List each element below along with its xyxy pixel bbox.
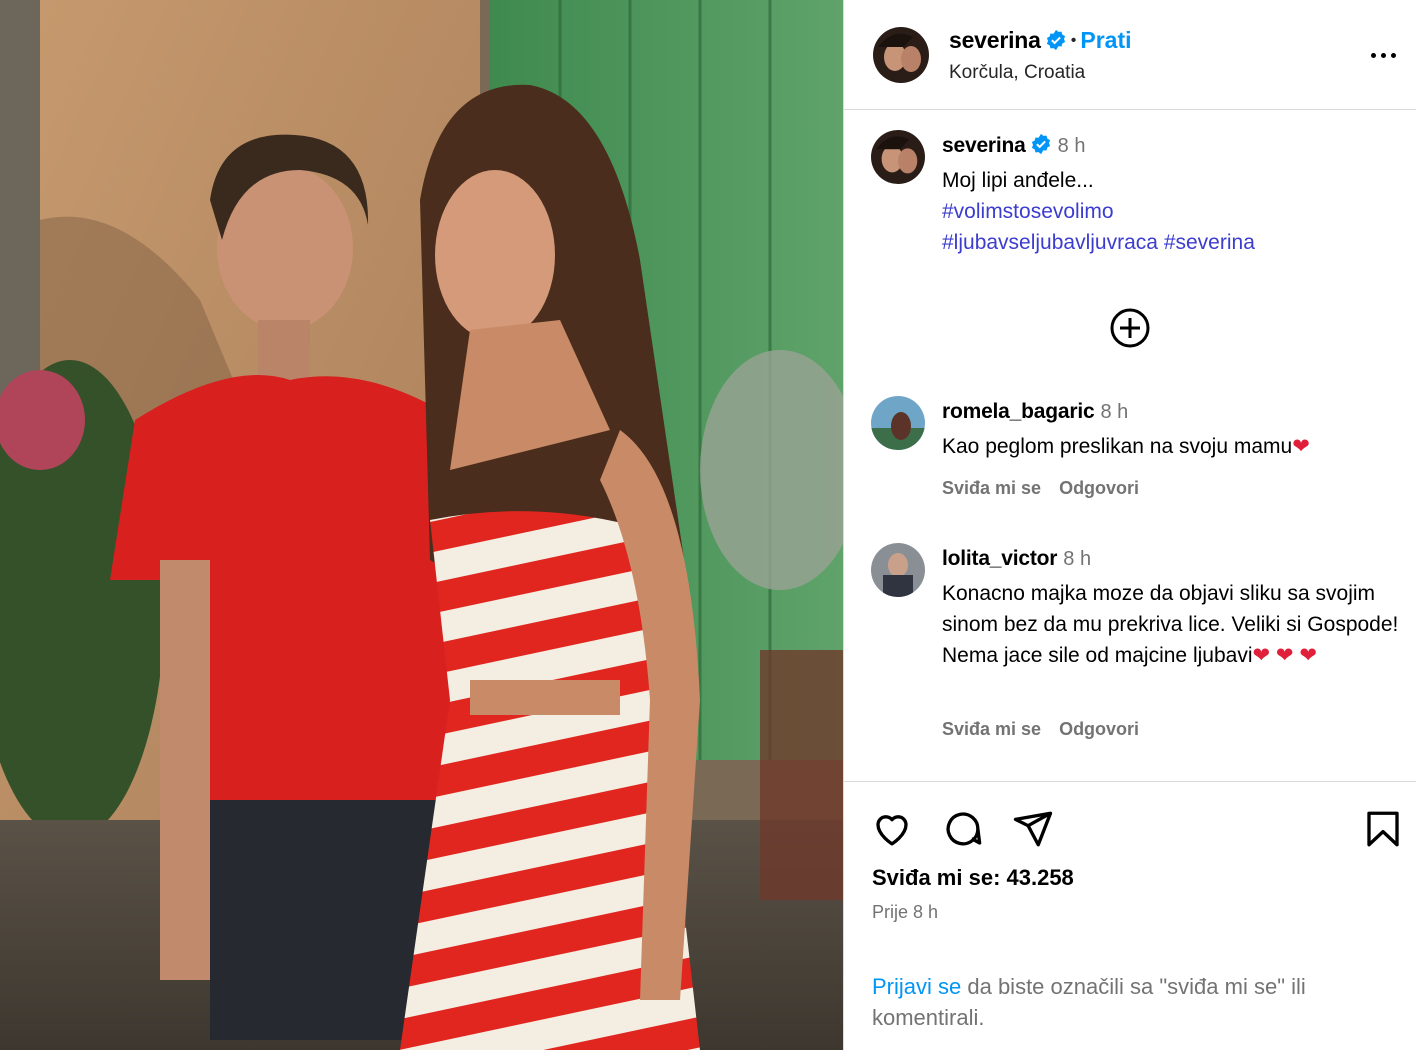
hashtag-link[interactable]: #ljubavseljubavljuvraca (942, 231, 1158, 254)
hashtag-link[interactable]: #volimstosevolimo (942, 200, 1114, 223)
comment-like-button[interactable]: Sviđa mi se (942, 478, 1041, 498)
caption-avatar[interactable] (871, 130, 925, 184)
comment-username[interactable]: lolita_victor (942, 547, 1057, 570)
comment-head: romela_bagaric 8 h (942, 400, 1128, 424)
bookmark-icon[interactable] (1362, 808, 1404, 850)
more-options-icon[interactable] (1368, 41, 1400, 69)
caption-username[interactable]: severina (942, 134, 1026, 157)
post-photo[interactable] (0, 0, 843, 1050)
post-location[interactable]: Korčula, Croatia (949, 62, 1085, 84)
comment-time: 8 h (1100, 401, 1129, 423)
comments-section: severina 8 h Moj lipi anđele... #volimsto… (844, 110, 1416, 782)
follow-button[interactable]: Prati (1080, 27, 1131, 53)
share-icon[interactable] (1012, 808, 1054, 850)
caption-time: 8 h (1057, 135, 1086, 157)
header-user-line: severina • Prati (949, 27, 1132, 54)
commenter-avatar[interactable] (871, 543, 925, 597)
verified-badge-icon (1031, 134, 1050, 155)
comment-time: 8 h (1063, 548, 1092, 570)
comment-head: lolita_victor 8 h (942, 547, 1091, 571)
author-avatar-image (873, 27, 929, 83)
author-username[interactable]: severina (949, 27, 1041, 53)
post-header: severina • Prati Korčula, Croatia (844, 0, 1416, 110)
comment-text: Kao peglom preslikan na svoju mamu❤ (942, 431, 1402, 462)
commenter-avatar[interactable] (871, 396, 925, 450)
heart-icon[interactable] (871, 808, 913, 850)
heart-emoji: ❤ (1292, 435, 1310, 458)
post-timestamp: Prije 8 h (872, 902, 939, 922)
commenter-avatar-image (871, 543, 925, 597)
separator-dot: • (1070, 32, 1077, 49)
caption-text-block: Moj lipi anđele... #volimstosevolimo #lj… (942, 165, 1402, 258)
verified-badge-icon (1046, 29, 1065, 51)
commenter-avatar-image (871, 396, 925, 450)
comment-actions: Sviđa mi se Odgovori (942, 719, 1157, 740)
comment-username[interactable]: romela_bagaric (942, 400, 1095, 423)
load-more-comments-icon[interactable] (1108, 306, 1152, 350)
post-photo-illustration (0, 0, 843, 1050)
comment-actions: Sviđa mi se Odgovori (942, 478, 1157, 499)
comment-reply-button[interactable]: Odgovori (1059, 719, 1139, 739)
comment-body: Konacno majka moze da objavi sliku sa sv… (942, 582, 1399, 667)
post-sidebar: severina • Prati Korčula, Croatia severina… (843, 0, 1416, 1050)
comment-body: Kao peglom preslikan na svoju mamu (942, 435, 1293, 458)
comment-icon[interactable] (942, 808, 984, 850)
hashtag-link[interactable]: #severina (1164, 231, 1255, 254)
likes-count[interactable]: Sviđa mi se: 43.258 (872, 865, 1074, 891)
author-avatar[interactable] (873, 27, 929, 83)
comment-like-button[interactable]: Sviđa mi se (942, 719, 1041, 739)
login-prompt: Prijavi se da biste označili sa "sviđa m… (872, 971, 1392, 1033)
comment-reply-button[interactable]: Odgovori (1059, 478, 1139, 498)
comment-text: Konacno majka moze da objavi sliku sa sv… (942, 578, 1402, 671)
caption-text: Moj lipi anđele... (942, 169, 1094, 192)
login-link[interactable]: Prijavi se (872, 974, 961, 999)
caption-head: severina 8 h (942, 134, 1085, 158)
heart-emoji: ❤ ❤ ❤ (1252, 644, 1317, 667)
caption-avatar-image (871, 130, 925, 184)
